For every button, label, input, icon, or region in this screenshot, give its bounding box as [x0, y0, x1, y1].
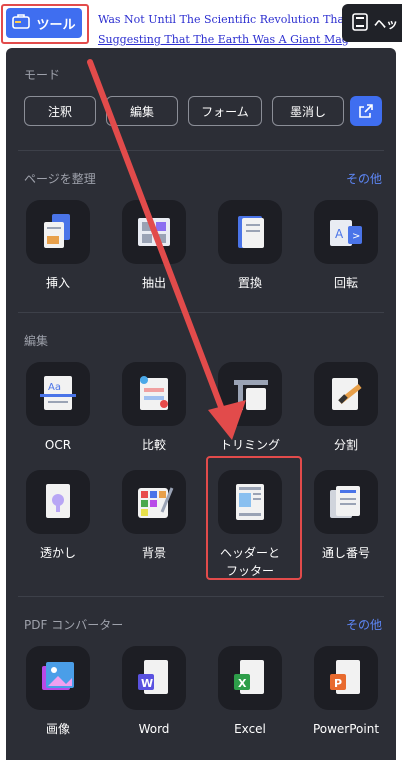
word-icon: W: [122, 646, 186, 710]
tools-panel: モード 注釈 編集 フォーム 墨消し ページを整理 その他 挿入 抽出 置換 A…: [6, 48, 396, 760]
doc-line: Suggesting That The Earth Was A Giant Ma…: [98, 33, 348, 46]
tool-label: PowerPoint: [312, 722, 380, 736]
tool-convert-excel[interactable]: X Excel: [210, 646, 290, 738]
tool-label: トリミング: [219, 438, 280, 452]
ocr-icon: Aa: [26, 362, 90, 426]
tool-convert-powerpoint[interactable]: P PowerPoint: [306, 646, 386, 738]
tool-label: 分割: [333, 438, 358, 452]
top-toolbar: ツール Was Not Until The Scientific Revolut…: [0, 0, 402, 50]
tool-insert[interactable]: 挿入: [18, 200, 98, 292]
bates-numbering-icon: [314, 470, 378, 534]
tool-label: 画像: [45, 722, 70, 736]
tool-label: Excel: [234, 722, 266, 736]
tools-button-label: ツール: [36, 17, 76, 33]
divider: [18, 596, 384, 597]
tool-replace[interactable]: 置換: [210, 200, 290, 292]
svg-text:>: >: [352, 231, 360, 242]
mode-edit-button[interactable]: 編集: [106, 96, 178, 126]
tool-background[interactable]: 背景: [114, 470, 194, 562]
converter-section-title: PDF コンバーター: [24, 618, 124, 632]
tool-label: 抽出: [141, 276, 166, 290]
tool-extract[interactable]: 抽出: [114, 200, 194, 292]
watermark-icon: [26, 470, 90, 534]
svg-text:Aa: Aa: [48, 382, 61, 393]
background-icon: [122, 470, 186, 534]
svg-text:A: A: [335, 227, 344, 241]
organize-more-link[interactable]: その他: [346, 170, 382, 187]
tool-split[interactable]: 分割: [306, 362, 386, 454]
tool-label: 透かし: [39, 546, 76, 560]
svg-text:W: W: [141, 677, 153, 690]
tool-label: Word: [138, 722, 170, 736]
mode-section-title: モード: [24, 68, 61, 82]
background-document-text: Was Not Until The Scientific Revolution …: [98, 10, 348, 50]
toolbox-icon: [12, 13, 31, 33]
tool-crop[interactable]: トリミング: [210, 362, 290, 454]
header-footer-highlight: [206, 456, 302, 580]
header-footer-tab[interactable]: ヘッ: [342, 4, 402, 42]
tool-ocr[interactable]: Aa OCR: [18, 362, 98, 454]
tools-button[interactable]: ツール: [6, 8, 82, 38]
powerpoint-icon: P: [314, 646, 378, 710]
crop-icon: [218, 362, 282, 426]
extract-icon: [122, 200, 186, 264]
divider: [18, 312, 384, 313]
header-footer-icon: [352, 12, 368, 34]
converter-more-link[interactable]: その他: [346, 616, 382, 633]
tool-rotate[interactable]: A > 回転: [306, 200, 386, 292]
organize-section-title: ページを整理: [24, 172, 96, 186]
split-icon: [314, 362, 378, 426]
svg-text:X: X: [238, 677, 247, 690]
mode-annotate-button[interactable]: 注釈: [24, 96, 96, 126]
tool-label: 通し番号: [321, 546, 370, 560]
image-icon: [26, 646, 90, 710]
tool-label: 回転: [333, 276, 358, 290]
tool-compare[interactable]: 比較: [114, 362, 194, 454]
insert-icon: [26, 200, 90, 264]
header-footer-tab-label: ヘッ: [374, 16, 399, 31]
open-external-button[interactable]: [350, 96, 382, 126]
divider: [18, 150, 384, 151]
excel-icon: X: [218, 646, 282, 710]
replace-icon: [218, 200, 282, 264]
svg-text:P: P: [334, 677, 342, 690]
doc-line: Was Not Until The Scientific Revolution …: [98, 13, 348, 26]
tool-watermark[interactable]: 透かし: [18, 470, 98, 562]
open-external-icon: [359, 104, 373, 118]
tool-bates-numbering[interactable]: 通し番号: [306, 470, 386, 562]
tool-label: 背景: [141, 546, 166, 560]
mode-form-button[interactable]: フォーム: [188, 96, 262, 126]
tool-label: 挿入: [45, 276, 70, 290]
tool-label: 比較: [141, 438, 166, 452]
tool-convert-word[interactable]: W Word: [114, 646, 194, 738]
mode-redact-button[interactable]: 墨消し: [272, 96, 344, 126]
edit-section-title: 編集: [24, 334, 49, 348]
tool-convert-image[interactable]: 画像: [18, 646, 98, 738]
tool-label: 置換: [237, 276, 262, 290]
rotate-icon: A >: [314, 200, 378, 264]
compare-icon: [122, 362, 186, 426]
tool-label: OCR: [44, 438, 72, 452]
